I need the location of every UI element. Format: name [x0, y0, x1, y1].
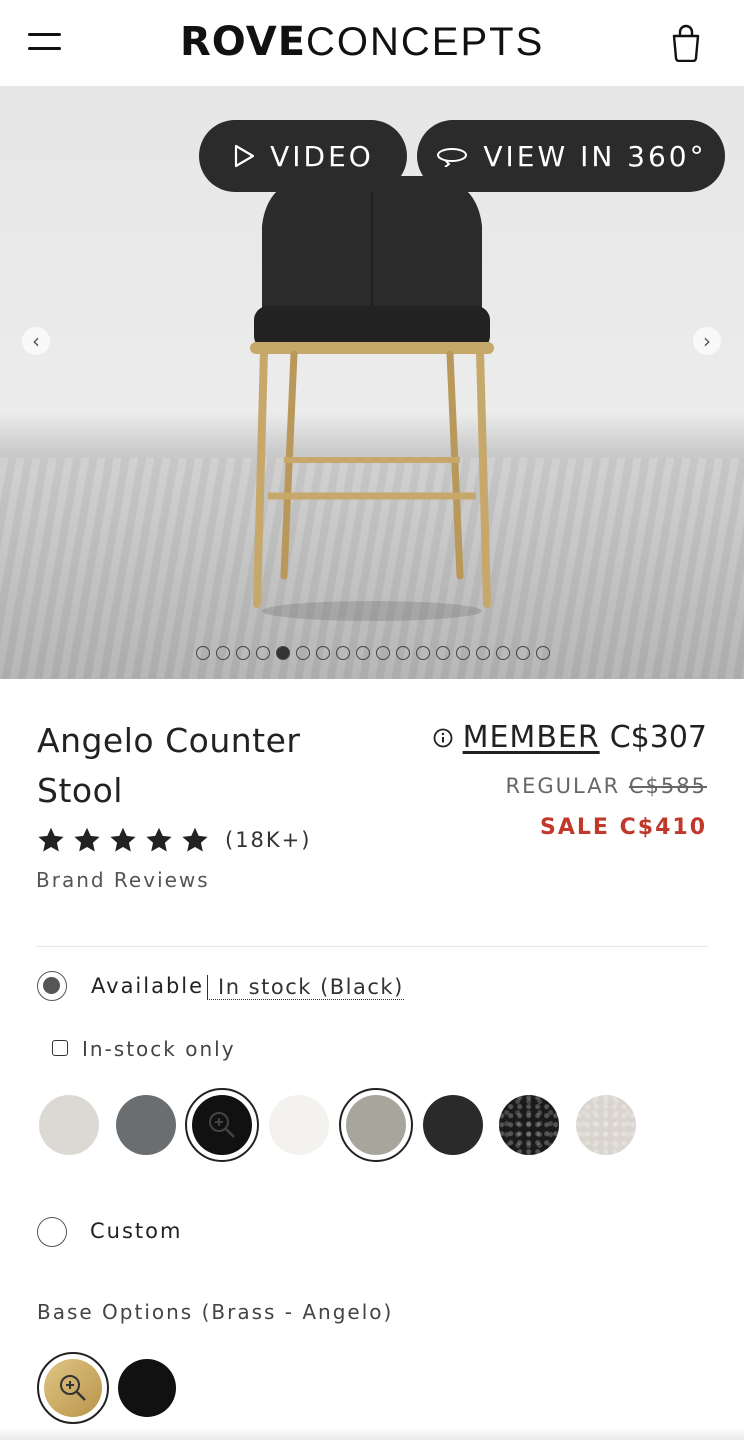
carousel-dot[interactable]	[436, 646, 450, 660]
star-icon	[74, 827, 100, 852]
counter-stool-image	[250, 176, 494, 621]
carousel-dot[interactable]	[516, 646, 530, 660]
swatch-black-boucle[interactable]	[499, 1095, 559, 1155]
in-stock-only-checkbox[interactable]	[52, 1040, 68, 1056]
carousel-dot[interactable]	[336, 646, 350, 660]
carousel-dot[interactable]	[256, 646, 270, 660]
carousel-dot[interactable]	[216, 646, 230, 660]
previous-image-button[interactable]: ‹	[22, 327, 50, 355]
star-icon	[146, 827, 172, 852]
base-options-label: Base Options (Brass - Angelo)	[37, 1300, 394, 1324]
carousel-dot[interactable]	[536, 646, 550, 660]
custom-label: Custom	[90, 1219, 183, 1243]
regular-price-row: REGULAR C$585	[506, 774, 707, 798]
regular-price: C$585	[628, 774, 707, 798]
carousel-dot[interactable]	[376, 646, 390, 660]
next-image-button[interactable]: ›	[693, 327, 721, 355]
product-title: Angelo Counter Stool	[37, 721, 301, 810]
member-price: C$307	[609, 720, 707, 755]
base-swatch-black[interactable]	[118, 1359, 176, 1417]
view-360-label: VIEW IN 360°	[483, 139, 707, 173]
play-icon	[235, 144, 255, 168]
info-icon[interactable]	[433, 728, 453, 748]
swatch-charcoal[interactable]	[423, 1095, 483, 1155]
divider	[36, 946, 708, 947]
hamburger-menu-icon[interactable]	[28, 30, 62, 54]
carousel-pagination	[196, 646, 556, 662]
carousel-dot[interactable]	[456, 646, 470, 660]
star-icon	[38, 827, 64, 852]
brand-reviews-link[interactable]: Brand Reviews	[36, 868, 210, 892]
swatch-white-boucle[interactable]	[576, 1095, 636, 1155]
site-header: ROVECONCEPTS	[0, 0, 744, 86]
star-icon	[110, 827, 136, 852]
member-price-row: MEMBER C$307	[433, 720, 707, 755]
carousel-dot[interactable]	[476, 646, 490, 660]
carousel-dot[interactable]	[396, 646, 410, 660]
base-swatch-brass[interactable]	[37, 1352, 109, 1424]
video-label: VIDEO	[270, 139, 374, 173]
shopping-bag-icon[interactable]	[668, 22, 704, 62]
swatch-sage-gray[interactable]	[339, 1088, 413, 1162]
regular-label: REGULAR	[505, 774, 621, 798]
bottom-fade	[0, 1428, 744, 1440]
zoom-icon	[44, 1359, 102, 1417]
carousel-dot[interactable]	[316, 646, 330, 660]
swatch-black[interactable]	[185, 1088, 259, 1162]
member-link[interactable]: MEMBER	[463, 720, 600, 755]
carousel-dot[interactable]	[276, 646, 290, 660]
custom-radio[interactable]	[37, 1217, 67, 1247]
zoom-icon	[192, 1095, 252, 1155]
swatch-light-gray[interactable]	[39, 1095, 99, 1155]
swatch-ivory[interactable]	[269, 1095, 329, 1155]
carousel-dot[interactable]	[196, 646, 210, 660]
in-stock-only-label: In-stock only	[82, 1037, 236, 1061]
video-button[interactable]: VIDEO	[199, 120, 407, 192]
carousel-dot[interactable]	[236, 646, 250, 660]
carousel-dot[interactable]	[416, 646, 430, 660]
swatch-slate[interactable]	[116, 1095, 176, 1155]
review-count[interactable]: (18K+)	[225, 828, 311, 852]
carousel-dot[interactable]	[356, 646, 370, 660]
star-icon	[182, 827, 208, 852]
carousel-dot[interactable]	[296, 646, 310, 660]
available-label: Available	[91, 974, 205, 998]
available-radio[interactable]	[37, 971, 67, 1001]
product-image-carousel[interactable]: VIDEO VIEW IN 360° ‹ ›	[0, 86, 744, 679]
brand-logo[interactable]: ROVECONCEPTS	[180, 18, 570, 66]
in-stock-link[interactable]: In stock (Black)	[207, 975, 404, 1000]
sale-price: SALE C$410	[540, 815, 707, 840]
rating-stars[interactable]: (18K+)	[37, 824, 311, 856]
carousel-dot[interactable]	[496, 646, 510, 660]
rotate-360-icon	[437, 148, 468, 167]
view-360-button[interactable]: VIEW IN 360°	[417, 120, 725, 192]
